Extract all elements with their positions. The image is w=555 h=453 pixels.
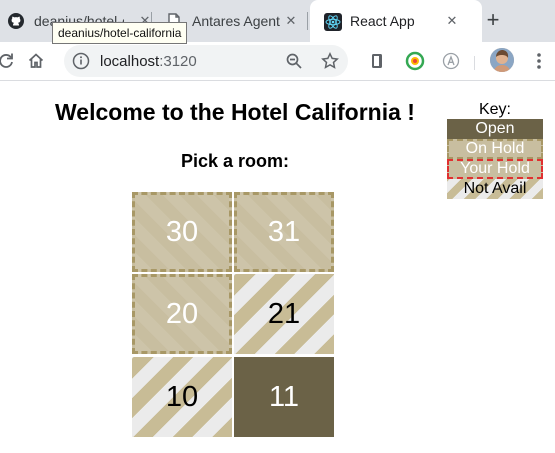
legend-key: Key: Open On Hold Your Hold Not Avail xyxy=(447,101,543,199)
tab-title: Antares Agent xyxy=(192,13,280,29)
room-10[interactable]: 10 xyxy=(132,357,232,437)
room-grid: 30 31 20 21 10 11 xyxy=(132,192,336,439)
url-port: :3120 xyxy=(159,53,197,70)
reload-icon[interactable] xyxy=(0,51,16,71)
tab-tooltip: deanius/hotel-california xyxy=(52,22,188,44)
browser-toolbar: localhost:3120 xyxy=(0,42,555,81)
bookmark-star-icon[interactable] xyxy=(320,51,340,71)
legend-your-hold: Your Hold xyxy=(447,159,543,179)
tab-separator xyxy=(307,12,308,30)
home-icon[interactable] xyxy=(26,51,46,71)
kebab-menu-icon[interactable] xyxy=(529,51,549,71)
close-icon[interactable]: ✕ xyxy=(442,11,462,31)
avatar[interactable] xyxy=(490,48,514,72)
room-number: 31 xyxy=(267,215,301,248)
legend-title: Key: xyxy=(478,101,511,118)
tab-react-app[interactable]: React App ✕ xyxy=(310,0,482,42)
legend-open: Open xyxy=(447,119,543,139)
legend-on-hold: On Hold xyxy=(447,139,543,159)
room-number: 30 xyxy=(165,215,199,248)
address-bar[interactable]: localhost:3120 xyxy=(64,45,348,77)
extension-colorful-icon[interactable] xyxy=(405,51,425,71)
room-11[interactable]: 11 xyxy=(234,357,334,437)
url-text: localhost:3120 xyxy=(100,53,197,70)
room-21[interactable]: 21 xyxy=(234,274,334,354)
room-number: 11 xyxy=(268,380,300,413)
room-30[interactable]: 30 xyxy=(132,192,232,272)
toolbar-divider xyxy=(474,56,475,70)
room-number: 10 xyxy=(165,380,199,413)
tab-title: React App xyxy=(350,13,415,29)
legend-not-avail: Not Avail xyxy=(447,179,543,199)
url-host: localhost xyxy=(100,53,160,70)
zoom-icon[interactable] xyxy=(284,51,304,71)
extension-page-icon[interactable] xyxy=(367,51,387,71)
room-number: 21 xyxy=(267,297,301,330)
extension-a-icon[interactable] xyxy=(441,51,461,71)
github-icon xyxy=(8,13,24,29)
room-20[interactable]: 20 xyxy=(132,274,232,354)
new-tab-button[interactable]: + xyxy=(481,8,505,32)
page-content: Welcome to the Hotel California ! Pick a… xyxy=(0,81,555,453)
page-subtitle: Pick a room: xyxy=(180,151,290,171)
room-31[interactable]: 31 xyxy=(234,192,334,272)
page-title: Welcome to the Hotel California ! xyxy=(55,99,415,125)
react-icon xyxy=(324,13,342,31)
info-icon[interactable] xyxy=(72,52,90,75)
close-icon[interactable]: ✕ xyxy=(281,11,301,31)
room-number: 20 xyxy=(165,297,199,330)
